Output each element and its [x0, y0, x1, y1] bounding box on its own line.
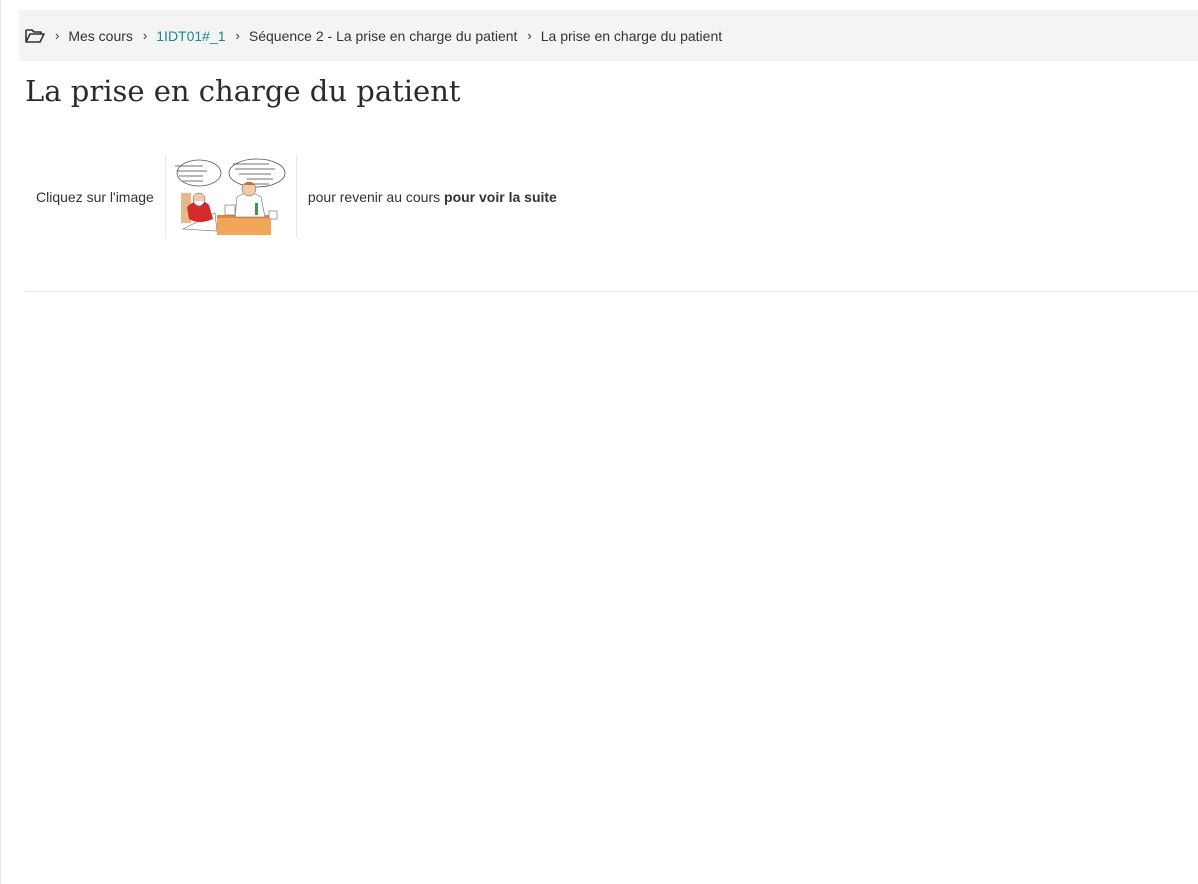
folder-open-icon[interactable]: [25, 28, 45, 44]
content-table-row: Cliquez sur l'image pour revenir au cour…: [25, 155, 557, 238]
divider: [25, 291, 1198, 292]
cartoon-image-link[interactable]: [164, 155, 297, 238]
chevron-right-icon: ›: [55, 28, 60, 43]
instruction-text: Cliquez sur l'image: [36, 188, 154, 205]
return-text: pour revenir au cours pour voir la suite: [297, 189, 557, 205]
chevron-right-icon: ›: [235, 28, 240, 43]
page: › Mes cours › 1IDT01#_1 › Séquence 2 - L…: [0, 0, 1198, 884]
chevron-right-icon: ›: [142, 28, 148, 43]
cartoon-image[interactable]: [168, 156, 293, 237]
breadcrumb-item-mes-cours[interactable]: Mes cours: [68, 28, 133, 44]
chevron-right-icon: ›: [527, 28, 532, 43]
page-title: La prise en charge du patient: [25, 74, 461, 108]
breadcrumb-item-course[interactable]: 1IDT01#_1: [156, 28, 225, 44]
breadcrumb-item-current: La prise en charge du patient: [540, 27, 723, 44]
breadcrumb: › Mes cours › 1IDT01#_1 › Séquence 2 - L…: [19, 10, 1198, 61]
return-text-bold: pour voir la suite: [444, 188, 557, 205]
return-text-normal: pour revenir au cours: [307, 188, 441, 205]
breadcrumb-item-sequence[interactable]: Séquence 2 - La prise en charge du patie…: [249, 28, 518, 44]
